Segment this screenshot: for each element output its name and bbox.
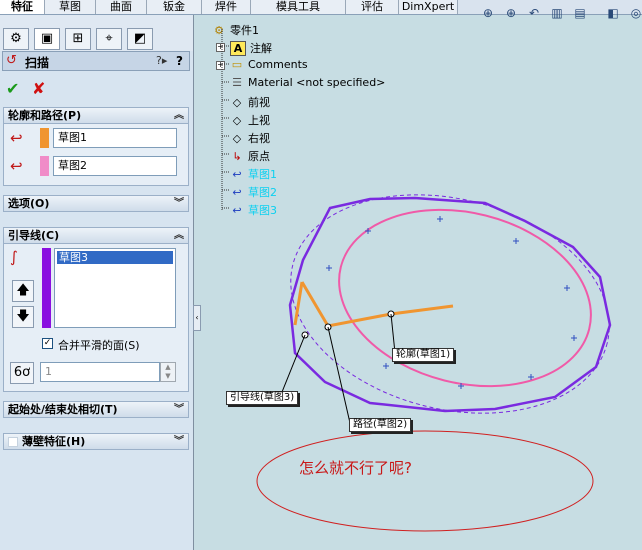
section-guides-body: ∫ 草图3 🡅 🡇 ✓ 合并平滑的面(S) 6ơ 1 ▲ ▼ [3,244,189,392]
ok-check-icon[interactable]: ✔ [6,79,19,98]
feature-title: 扫描 [25,56,50,70]
profile-line [300,281,454,328]
help-icon[interactable]: ?▸ [156,54,167,67]
tab-evaluate[interactable]: 评估 [346,0,399,14]
expand-chevron-icon[interactable]: ︾ [174,196,184,211]
tab-dimxpert[interactable]: DimXpert [399,0,458,14]
profile-callout[interactable]: 轮廓(草图1) [392,348,455,362]
cancel-x-icon[interactable]: ✘ [32,79,45,98]
section-guides-header[interactable]: 引导线(C) ︽ [3,227,189,244]
guide-callout[interactable]: 引导线(草图3) [226,391,299,405]
feature-title-bar: ↺ 扫描 ?▸ ? [2,51,190,71]
tab-sketch[interactable]: 草图 [45,0,96,14]
configuration-manager-icon[interactable]: ⊞ [65,28,91,50]
section-thin-title: 薄壁特征(H) [22,435,86,448]
guide-curve-icon: ∫ [10,248,18,266]
display-manager-icon[interactable]: ◩ [127,28,153,50]
property-manager-icon[interactable]: ▣ [34,28,60,50]
path-callout[interactable]: 路径(草图2) [349,418,412,432]
collapse-chevron-icon[interactable]: ︽ [174,108,184,123]
guide-curve-shape [288,196,612,413]
profile-selector-icon: ↩ [10,129,23,147]
feature-manager-icon[interactable]: ⚙ [3,28,29,50]
merge-faces-label: 合并平滑的面(S) [58,339,140,352]
path-color-swatch [40,156,49,176]
dimxpert-manager-icon[interactable]: ⌖ [96,28,122,50]
profile-field[interactable]: 草图1 [53,128,177,148]
section-spinner-field[interactable]: 1 [40,362,160,382]
guide-color-swatch [42,248,51,328]
merge-faces-checkbox[interactable]: ✓ [42,338,53,349]
help-button[interactable]: ? [176,54,183,68]
section-tangency-title: 起始处/结束处相切(T) [8,403,118,416]
thin-feature-checkbox[interactable] [8,437,18,447]
path-ellipse [338,208,592,388]
spinner-arrows[interactable]: ▲ ▼ [160,362,176,382]
section-guides-title: 引导线(C) [8,229,60,242]
graphics-canvas[interactable] [195,15,642,550]
guide-curves-list[interactable]: 草图3 [54,248,176,328]
section-options-header[interactable]: 选项(O) ︾ [3,195,189,212]
section-options-title: 选项(O) [8,197,50,210]
sweep-icon: ↺ [6,53,17,68]
collapse-chevron-icon[interactable]: ︽ [174,228,184,243]
section-thin-header[interactable]: 薄壁特征(H) ︾ [3,433,189,450]
show-sections-button[interactable]: 6ơ [10,362,34,384]
section-profile-path-body: ↩ 草图1 ↩ 草图2 [3,124,189,186]
tab-surfaces[interactable]: 曲面 [96,0,147,14]
annotation-ellipse [256,430,594,532]
guide-curve-dashed [290,194,610,414]
move-up-button[interactable]: 🡅 [12,280,34,302]
section-profile-path-title: 轮廓和路径(P) [8,109,82,122]
tab-mold-tools[interactable]: 模具工具 [251,0,346,14]
point-markers [326,216,577,389]
command-manager-tabs: 特征 草图 曲面 钣金 焊件 模具工具 评估 DimXpert [0,0,642,15]
annotation-text: 怎么就不行了呢? [299,459,412,477]
list-item[interactable]: 草图3 [57,251,173,264]
tab-features[interactable]: 特征 [0,0,45,14]
manager-tabs-row: ⚙ ▣ ⊞ ⌖ ◩ [0,15,193,51]
tab-weldments[interactable]: 焊件 [202,0,251,14]
profile-color-swatch [40,128,49,148]
tab-sheetmetal[interactable]: 钣金 [147,0,202,14]
path-selector-icon: ↩ [10,157,23,175]
move-down-button[interactable]: 🡇 [12,306,34,328]
expand-chevron-icon[interactable]: ︾ [174,402,184,417]
section-tangency-header[interactable]: 起始处/结束处相切(T) ︾ [3,401,189,418]
path-field[interactable]: 草图2 [53,156,177,176]
expand-chevron-icon[interactable]: ︾ [174,434,184,449]
section-profile-path-header[interactable]: 轮廓和路径(P) ︽ [3,107,189,124]
